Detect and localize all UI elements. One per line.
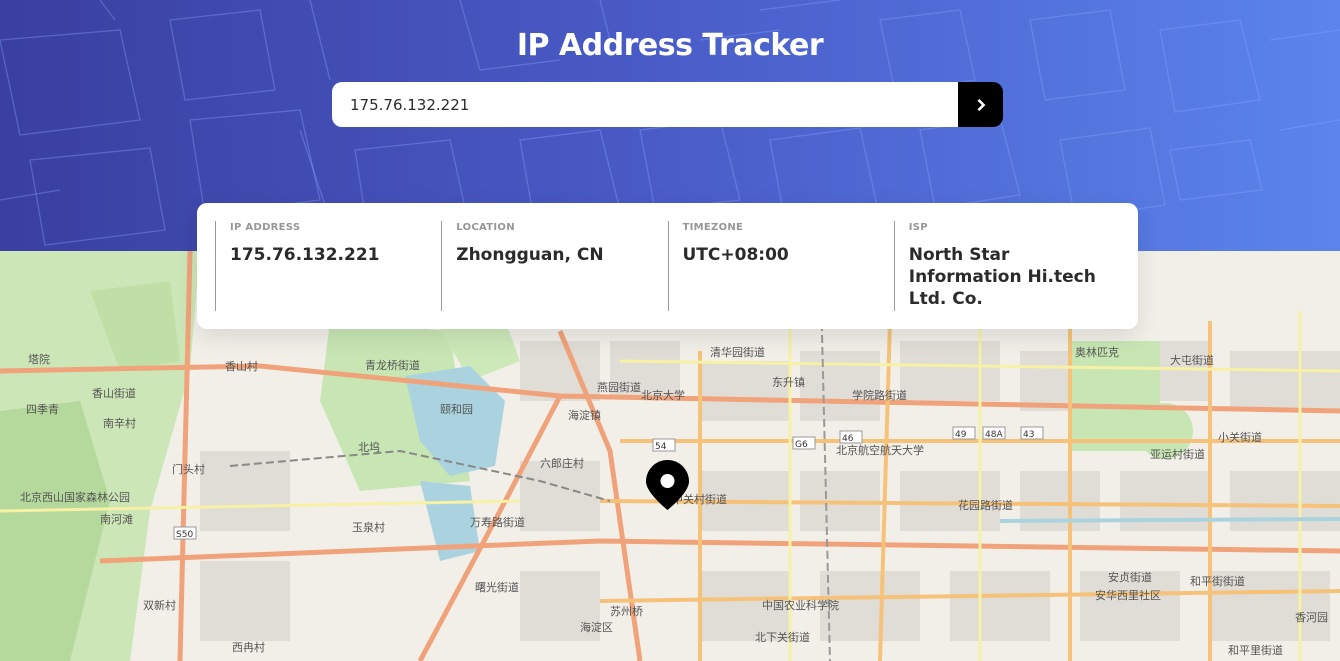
chevron-right-icon: [977, 98, 985, 111]
map-place-label: 万寿路街道: [470, 515, 525, 529]
map-place-label: 安贞街道: [1108, 570, 1152, 584]
map-place-label: 和平街街道: [1190, 574, 1245, 588]
svg-text:G6: G6: [795, 440, 808, 450]
stat-label: TIMEZONE: [682, 222, 744, 233]
map-place-label: 北下关街道: [755, 630, 810, 644]
page-title: IP Address Tracker: [516, 28, 824, 63]
location-pin-icon[interactable]: [646, 460, 689, 510]
map-place-label: 花园路街道: [958, 498, 1013, 512]
map-place-label: 清华园街道: [710, 345, 765, 359]
svg-text:S50: S50: [176, 530, 193, 540]
map-place-label: 海淀区: [580, 620, 613, 634]
stat-location: LOCATION Zhongguan, CN: [441, 221, 667, 311]
map-place-label: 燕园街道: [597, 380, 641, 394]
map-place-label: 塔院: [28, 352, 50, 366]
map-place-label: 南辛村: [103, 416, 136, 430]
map-place-label: 奥林匹克: [1075, 345, 1119, 359]
map-place-label: 香山村: [225, 359, 258, 373]
map-place-label: 四季青: [26, 403, 59, 416]
map-place-label: 六郎庄村: [540, 456, 584, 470]
search-input[interactable]: [332, 82, 958, 127]
map-place-label: 香山街道: [92, 386, 136, 400]
map-place-label: 北京大学: [641, 388, 685, 402]
map-place-label: 海淀镇: [568, 408, 601, 422]
map-place-label: 苏州桥: [610, 605, 643, 618]
stat-value: Zhongguan, CN: [456, 245, 604, 265]
ip-info-card: IP ADDRESS 175.76.132.221 LOCATION Zhong…: [197, 203, 1138, 329]
stat-value: UTC+08:00: [682, 245, 789, 265]
search-bar: [332, 82, 1003, 127]
map-place-label: 东升镇: [772, 375, 805, 389]
stat-ip-address: IP ADDRESS 175.76.132.221: [215, 221, 441, 311]
map-place-label: 小关街道: [1218, 430, 1262, 444]
map-place-label: 北坞: [358, 440, 380, 454]
map-place-label: 亚运村街道: [1150, 447, 1205, 461]
svg-text:54: 54: [655, 442, 667, 452]
map-place-label: 曙光街道: [475, 580, 519, 594]
road-shield-label: 48A: [982, 426, 1006, 440]
stat-value: North Star Information Hi.tech Ltd. Co.: [908, 245, 1096, 309]
map-place-label: 南河滩: [100, 512, 133, 526]
map-place-label: 颐和园: [440, 403, 473, 416]
map-place-label: 北京西山国家森林公园: [20, 490, 130, 504]
svg-text:49: 49: [955, 430, 967, 440]
map-place-label: 中国农业科学院: [762, 598, 839, 612]
stat-label: ISP: [908, 222, 928, 233]
map-place-label: 西冉村: [232, 640, 265, 654]
stat-timezone: TIMEZONE UTC+08:00: [667, 221, 894, 311]
road-shield-label: 54: [652, 438, 676, 452]
svg-text:43: 43: [1023, 430, 1034, 440]
map-place-label: 门头村: [172, 462, 205, 476]
stat-label: IP ADDRESS: [230, 222, 301, 233]
map-place-label: 双新村: [143, 598, 176, 612]
map-place-label: 北京航空航天大学: [836, 443, 924, 457]
road-shield-label: 43: [1020, 426, 1044, 440]
map-place-label: 玉泉村: [352, 520, 385, 534]
svg-text:48A: 48A: [985, 430, 1003, 440]
map-place-label: 和平里街道: [1228, 643, 1283, 657]
stat-value: 175.76.132.221: [230, 245, 380, 265]
road-shield-label: G6: [792, 436, 816, 450]
svg-text:46: 46: [842, 434, 854, 444]
map-place-label: 青龙桥街道: [365, 358, 420, 372]
road-shield-label: 49: [952, 426, 976, 440]
map-place-label: 安华西里社区: [1095, 588, 1161, 602]
stat-isp: ISP North Star Information Hi.tech Ltd. …: [893, 221, 1120, 311]
map-place-label: 大屯街道: [1170, 353, 1214, 367]
stat-label: LOCATION: [456, 222, 515, 233]
map-place-label: 香河园: [1295, 611, 1328, 624]
road-shield-label: 46: [839, 430, 863, 444]
search-submit-button[interactable]: [958, 82, 1003, 127]
road-shield-label: S50: [173, 526, 197, 540]
map-place-label: 学院路街道: [852, 388, 907, 402]
